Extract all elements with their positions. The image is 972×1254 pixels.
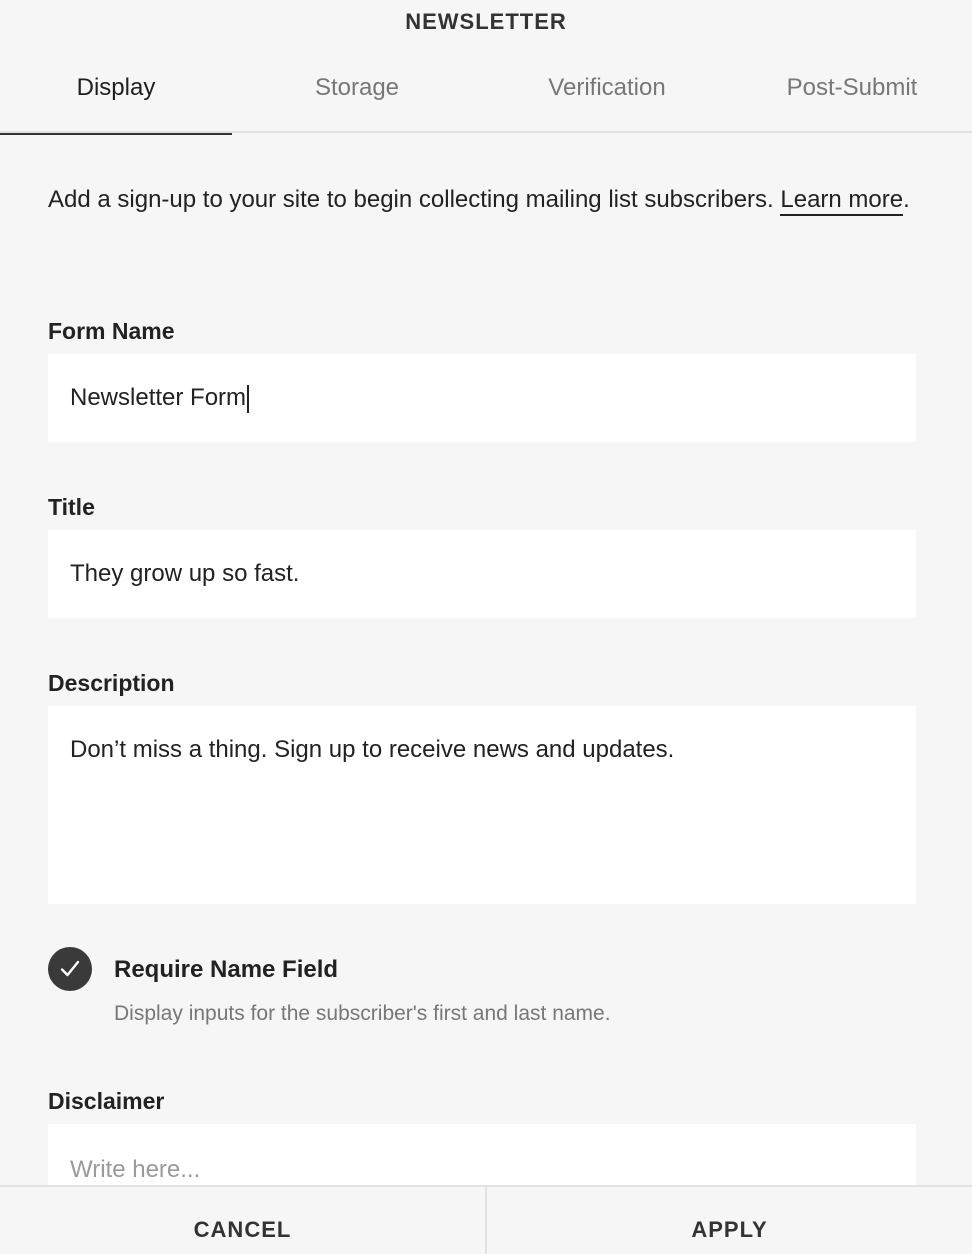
intro-text: Add a sign-up to your site to begin coll…: [48, 178, 918, 222]
form-name-label: Form Name: [48, 318, 175, 344]
text-cursor: [247, 384, 250, 413]
tab-bar: Display Storage Verification Post-Submit: [0, 44, 972, 135]
learn-more-link[interactable]: Learn more: [780, 186, 904, 216]
panel-header: NEWSLETTER: [0, 0, 972, 44]
tab-post-submit[interactable]: Post-Submit: [732, 44, 972, 133]
apply-button[interactable]: APPLY: [487, 1187, 972, 1254]
require-name-label: Require Name Field: [114, 956, 339, 983]
title-input[interactable]: They grow up so fast.: [48, 530, 916, 618]
tab-display[interactable]: Display: [0, 44, 232, 135]
title-label: Title: [48, 494, 95, 520]
action-bar: CANCEL APPLY: [0, 1185, 972, 1254]
disclaimer-label: Disclaimer: [48, 1088, 165, 1114]
cancel-button[interactable]: CANCEL: [0, 1187, 487, 1254]
tab-verification[interactable]: Verification: [482, 44, 732, 133]
description-textarea[interactable]: Don’t miss a thing. Sign up to receive n…: [48, 706, 916, 904]
intro-description: Add a sign-up to your site to begin coll…: [48, 186, 781, 213]
require-name-description: Display inputs for the subscriber's firs…: [114, 1002, 611, 1025]
description-label: Description: [48, 670, 175, 696]
disclaimer-placeholder: Write here...: [70, 1156, 201, 1183]
checkmark-icon: [60, 960, 80, 977]
form-name-input[interactable]: Newsletter Form: [48, 354, 916, 442]
description-value: Don’t miss a thing. Sign up to receive n…: [70, 736, 675, 763]
tab-storage[interactable]: Storage: [232, 44, 482, 133]
panel-title: NEWSLETTER: [405, 9, 567, 34]
intro-suffix: .: [903, 186, 910, 213]
title-value: They grow up so fast.: [70, 560, 300, 587]
require-name-checkbox[interactable]: [48, 947, 92, 991]
form-name-value: Newsletter Form: [70, 384, 247, 411]
